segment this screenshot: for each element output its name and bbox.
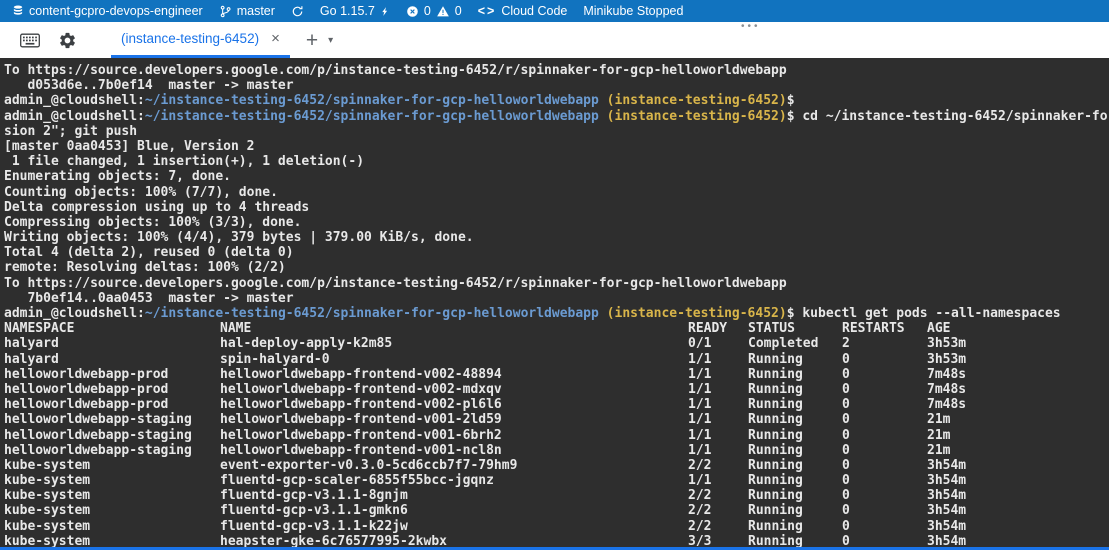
keyboard-button[interactable] xyxy=(20,33,40,48)
status-problems[interactable]: 0 0 xyxy=(406,0,462,22)
terminal-line: Counting objects: 100% (7/7), done. xyxy=(4,185,1109,200)
pod-row: helloworldwebapp-staginghelloworldwebapp… xyxy=(4,443,1109,458)
status-minikube[interactable]: Minikube Stopped xyxy=(583,0,683,22)
gear-icon xyxy=(58,31,77,50)
terminal-line: 1 file changed, 1 insertion(+), 1 deleti… xyxy=(4,154,1109,169)
keyboard-icon xyxy=(20,33,40,48)
status-project-label: content-gcpro-devops-engineer xyxy=(29,4,203,18)
status-bar: content-gcpro-devops-engineer master Go … xyxy=(0,0,1109,22)
status-branch-label: master xyxy=(237,4,275,18)
go-version-label: Go 1.15.7 xyxy=(320,4,375,18)
pod-row: kube-systemfluentd-gcp-v3.1.1-gmkn62/2Ru… xyxy=(4,503,1109,518)
pod-row: helloworldwebapp-staginghelloworldwebapp… xyxy=(4,412,1109,427)
terminal-line: Compressing objects: 100% (3/3), done. xyxy=(4,215,1109,230)
panel-overflow-handle[interactable]: ••• xyxy=(741,22,761,32)
terminal[interactable]: To https://source.developers.google.com/… xyxy=(0,58,1109,547)
tab-dropdown-icon[interactable]: ▾ xyxy=(328,35,333,46)
tab-close-icon[interactable]: × xyxy=(271,31,280,46)
error-count: 0 xyxy=(424,4,431,18)
terminal-line: remote: Resolving deltas: 100% (2/2) xyxy=(4,260,1109,275)
git-branch-icon xyxy=(219,5,232,18)
pod-row: kube-systemfluentd-gcp-v3.1.1-8gnjm2/2Ru… xyxy=(4,488,1109,503)
tab-instance-testing-6452[interactable]: (instance-testing-6452) × xyxy=(111,22,290,58)
error-icon xyxy=(406,5,419,18)
terminal-line: Total 4 (delta 2), reused 0 (delta 0) xyxy=(4,245,1109,260)
lightning-icon xyxy=(380,5,390,18)
terminal-line: admin_@cloudshell:~/instance-testing-645… xyxy=(4,306,1109,321)
status-cloud-code[interactable]: <> Cloud Code xyxy=(478,0,568,22)
terminal-line: admin_@cloudshell:~/instance-testing-645… xyxy=(4,109,1109,124)
status-branch[interactable]: master xyxy=(219,0,275,22)
pod-row: halyardhal-deploy-apply-k2m850/1Complete… xyxy=(4,336,1109,351)
pod-row: halyardspin-halyard-01/1Running03h53m xyxy=(4,352,1109,367)
pod-row: kube-systemevent-exporter-v0.3.0-5cd6ccb… xyxy=(4,458,1109,473)
pod-row: kube-systemfluentd-gcp-v3.1.1-k22jw2/2Ru… xyxy=(4,519,1109,534)
terminal-line: [master 0aa0453] Blue, Version 2 xyxy=(4,139,1109,154)
terminal-settings-button[interactable] xyxy=(58,31,77,50)
terminal-line: Enumerating objects: 7, done. xyxy=(4,169,1109,184)
terminal-line: 7b0ef14..0aa0453 master -> master xyxy=(4,291,1109,306)
pods-table-header: NAMESPACENAMEREADYSTATUSRESTARTSAGE xyxy=(4,321,1109,336)
terminal-line: d053d6e..7b0ef14 master -> master xyxy=(4,78,1109,93)
terminal-line: To https://source.developers.google.com/… xyxy=(4,276,1109,291)
sync-icon xyxy=(291,5,304,18)
status-go-version[interactable]: Go 1.15.7 xyxy=(320,0,390,22)
warning-icon xyxy=(436,5,450,18)
cloud-code-label: Cloud Code xyxy=(501,4,567,18)
pod-row: kube-systemfluentd-gcp-scaler-6855f55bcc… xyxy=(4,473,1109,488)
pod-row: kube-systemheapster-gke-6c76577995-2kwbx… xyxy=(4,534,1109,547)
status-project[interactable]: content-gcpro-devops-engineer xyxy=(12,0,203,22)
terminal-scrollback: To https://source.developers.google.com/… xyxy=(4,63,1109,547)
pod-row: helloworldwebapp-prodhelloworldwebapp-fr… xyxy=(4,382,1109,397)
terminal-line: admin_@cloudshell:~/instance-testing-645… xyxy=(4,93,1109,108)
pod-row: helloworldwebapp-prodhelloworldwebapp-fr… xyxy=(4,367,1109,382)
terminal-line: To https://source.developers.google.com/… xyxy=(4,63,1109,78)
terminal-line: Delta compression using up to 4 threads xyxy=(4,200,1109,215)
code-brackets-icon: <> xyxy=(478,4,497,18)
tab-label: (instance-testing-6452) xyxy=(121,31,259,46)
terminal-line: Writing objects: 100% (4/4), 379 bytes |… xyxy=(4,230,1109,245)
pod-row: helloworldwebapp-prodhelloworldwebapp-fr… xyxy=(4,397,1109,412)
database-icon xyxy=(12,4,24,18)
new-tab-button[interactable]: + xyxy=(306,30,318,51)
terminal-tab-strip: (instance-testing-6452) × + ▾ ••• xyxy=(0,22,1109,58)
status-sync[interactable] xyxy=(291,0,304,22)
minikube-label: Minikube Stopped xyxy=(583,4,683,18)
terminal-line: sion 2"; git push xyxy=(4,124,1109,139)
pod-row: helloworldwebapp-staginghelloworldwebapp… xyxy=(4,428,1109,443)
warning-count: 0 xyxy=(455,4,462,18)
